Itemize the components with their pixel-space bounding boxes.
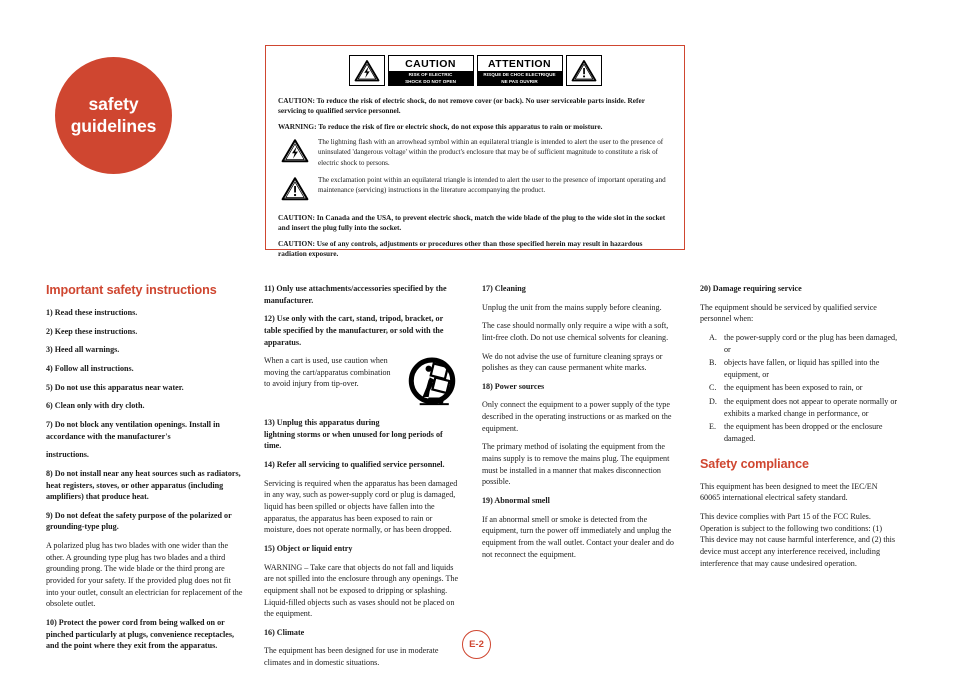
instruction-item-12: 12) Use only with the cart, stand, tripo… <box>264 314 444 347</box>
column-2: 11) Only use attachments/accessories spe… <box>264 283 462 676</box>
instruction-item-14-body: Servicing is required when the apparatus… <box>264 478 458 535</box>
instruction-item-9: 9) Do not defeat the safety purpose of t… <box>46 510 232 532</box>
attention-subtext-line1: RISQUE DE CHOC ELECTRIQUE <box>483 72 556 77</box>
column-1: Important safety instructions 1) Read th… <box>46 283 244 676</box>
cart-tipover-warning-icon <box>404 355 460 416</box>
instruction-item-2: 2) Keep these instructions. <box>46 326 138 336</box>
attention-word-box: ATTENTION RISQUE DE CHOC ELECTRIQUE NE P… <box>476 55 563 86</box>
important-safety-instructions-heading: Important safety instructions <box>46 283 217 297</box>
instruction-item-16: 16) Climate <box>264 627 305 637</box>
caution-canada-text: CAUTION: In Canada and the USA, to preve… <box>278 213 666 233</box>
safety-compliance-paragraph-1: This equipment has been designed to meet… <box>700 481 878 503</box>
instruction-item-13: 13) Unplug this apparatus during lightni… <box>264 418 443 451</box>
exclamation-symbol-text: The exclamation point within an equilate… <box>318 176 666 195</box>
lightning-symbol-row: The lightning flash with an arrowhead sy… <box>278 137 672 168</box>
list-item: the equipment has been dropped or the en… <box>709 421 883 444</box>
instruction-item-17: 17) Cleaning <box>482 284 526 293</box>
instruction-item-11: 11) Only use attachments/accessories spe… <box>264 284 447 305</box>
instruction-item-17-body-1: Unplug the unit from the mains supply be… <box>482 302 662 312</box>
column-3: 17) Cleaning Unplug the unit from the ma… <box>482 283 680 676</box>
attention-subtext: RISQUE DE CHOC ELECTRIQUE NE PAS OUVRIR <box>477 72 562 86</box>
page-title-bubble: safety guidelines <box>55 57 172 174</box>
instruction-item-10: 10) Protect the power cord from being wa… <box>46 617 235 651</box>
caution-subtext-line1: RISK OF ELECTRIC <box>408 72 453 77</box>
instruction-item-6: 6) Clean only with dry cloth. <box>46 401 145 411</box>
instruction-item-9-body: A polarized plug has two blades with one… <box>46 541 243 609</box>
instruction-item-14: 14) Refer all servicing to qualified ser… <box>264 460 445 470</box>
list-item: the power-supply cord or the plug has be… <box>709 332 898 354</box>
instruction-item-7-cont: instructions. <box>46 450 89 460</box>
caution-main-text: CAUTION: To reduce the risk of electric … <box>278 96 645 116</box>
instructions-columns: Important safety instructions 1) Read th… <box>46 283 910 676</box>
instruction-item-16-body: The equipment has been designed for use … <box>264 646 439 668</box>
list-item: objects have fallen, or liquid has spill… <box>709 357 880 379</box>
instruction-item-15-body: WARNING – Take care that objects do not … <box>264 562 459 619</box>
safety-compliance-heading: Safety compliance <box>700 456 809 471</box>
page-number-badge: E-2 <box>462 630 491 659</box>
instruction-item-19: 19) Abnormal smell <box>482 495 550 505</box>
instruction-item-20: 20) Damage requiring service <box>700 284 802 293</box>
column-4: 20) Damage requiring service The equipme… <box>700 283 898 676</box>
instruction-item-1: 1) Read these instructions. <box>46 308 138 318</box>
instruction-item-7: 7) Do not block any ventilation openings… <box>46 419 220 441</box>
list-item: the equipment does not appear to operate… <box>709 396 898 418</box>
list-item: the equipment has been exposed to rain, … <box>709 382 863 393</box>
safety-compliance-paragraph-2: This device complies with Part 15 of the… <box>700 512 896 568</box>
warning-main-text: WARNING: To reduce the risk of fire or e… <box>278 121 603 131</box>
exclamation-triangle-icon <box>565 55 602 86</box>
damage-conditions-list: the power-supply cord or the plug has be… <box>700 332 898 445</box>
caution-word-box: CAUTION RISK OF ELECTRIC SHOCK DO NOT OP… <box>387 55 474 86</box>
caution-word: CAUTION <box>388 56 473 72</box>
instruction-item-18-body-2: The primary method of isolating the equi… <box>482 442 670 487</box>
instruction-item-3: 3) Heed all warnings. <box>46 345 120 355</box>
lightning-symbol-text: The lightning flash with an arrowhead sy… <box>318 138 664 167</box>
instruction-item-17-body-3: We do not advise the use of furniture cl… <box>482 351 663 373</box>
instruction-item-15: 15) Object or liquid entry <box>264 543 353 553</box>
attention-subtext-line2: NE PAS OUVRIR <box>501 78 538 84</box>
lightning-bolt-triangle-icon <box>278 137 309 168</box>
cart-warning-block: When a cart is used, use caution when mo… <box>264 355 462 417</box>
caution-radiation-text: CAUTION: Use of any controls, adjustment… <box>278 238 643 259</box>
instruction-item-17-body-2: The case should normally only require a … <box>482 321 669 342</box>
exclamation-triangle-icon <box>278 175 309 206</box>
instruction-item-18-body-1: Only connect the equipment to a power su… <box>482 400 672 433</box>
caution-subtext: RISK OF ELECTRIC SHOCK DO NOT OPEN <box>388 72 473 86</box>
exclamation-symbol-row: The exclamation point within an equilate… <box>278 175 672 206</box>
instruction-item-5: 5) Do not use this apparatus near water. <box>46 382 184 392</box>
lightning-bolt-triangle-icon <box>348 55 385 86</box>
instruction-item-4: 4) Follow all instructions. <box>46 364 134 374</box>
caution-icon-strip: CAUTION RISK OF ELECTRIC SHOCK DO NOT OP… <box>278 55 672 86</box>
instruction-item-20-body: The equipment should be serviced by qual… <box>700 302 877 324</box>
page-title-line1: safety <box>88 93 139 114</box>
caution-subtext-line2: SHOCK DO NOT OPEN <box>405 78 456 84</box>
page-title-line2: guidelines <box>70 115 157 136</box>
instruction-item-18: 18) Power sources <box>482 381 545 391</box>
instruction-item-8: 8) Do not install near any heat sources … <box>46 468 241 502</box>
attention-word: ATTENTION <box>477 56 562 72</box>
instruction-item-19-body: If an abnormal smell or smoke is detecte… <box>482 514 674 559</box>
caution-box: CAUTION RISK OF ELECTRIC SHOCK DO NOT OP… <box>265 45 685 258</box>
